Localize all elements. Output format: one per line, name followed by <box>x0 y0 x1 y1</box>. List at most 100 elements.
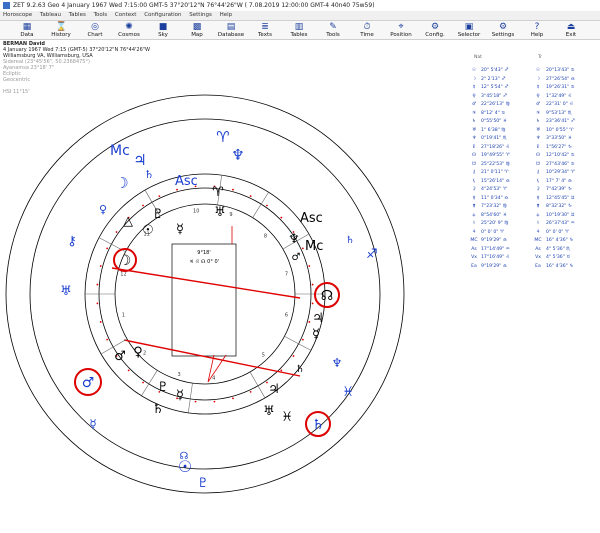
transit-position: 9°53'13" ♏ <box>546 110 572 116</box>
degree-tick <box>176 188 178 191</box>
toolbar: ▦ Data ⌛ History ◎ Chart ✺ Cosmos ■ Sky ▩ Map ▤ Datab… <box>0 21 600 40</box>
degree-tick <box>96 283 99 286</box>
jupiter-transit-icon: ♃ <box>133 151 146 169</box>
aries-natal-icon: ♈ <box>212 185 224 200</box>
natal-glyph: Vx <box>471 255 477 260</box>
saturn-transit-icon: ♄ <box>312 417 325 433</box>
toolbar-chart-button[interactable]: ◎ Chart <box>80 21 110 39</box>
transit-position: 27°26'54" ♎ <box>546 76 575 82</box>
transit-glyph: ♂ <box>535 102 541 107</box>
natal-glyph: MC <box>470 238 478 243</box>
menu-tableau[interactable]: Tableau <box>40 12 61 18</box>
toolbar-label: Map <box>191 32 203 38</box>
natal-position: 0° 0' 0" ♈ <box>481 229 504 235</box>
position-row: ☊ 19°49'55" ♈ ☊ 12°10'42" ♋ <box>468 152 600 160</box>
toolbar-texts-button[interactable]: ≣ Texts <box>250 21 280 39</box>
natal-glyph: ⚕ <box>472 221 476 226</box>
config-icon: ⚙ <box>430 22 440 32</box>
degree-tick <box>142 381 144 384</box>
horoscope-chart[interactable]: 9°18' ♃ ♌ ☊ 0° 0' 123456789101112 Mc Asc… <box>0 40 468 533</box>
toolbar-config-button[interactable]: ⚙ Config. <box>420 21 450 39</box>
transit-glyph: Ea <box>535 263 541 269</box>
venus-transit-icon: ♀ <box>99 203 107 216</box>
toolbar-time-button[interactable]: ⏱ Time <box>352 21 382 39</box>
toolbar-selector-button[interactable]: ▣ Selector <box>454 21 484 39</box>
natal-position: 9°19'29" ♎ <box>481 238 507 243</box>
menu-context[interactable]: Context <box>115 12 137 18</box>
degree-tick <box>127 369 130 372</box>
mc-outer-label: Mc <box>110 143 130 159</box>
transit-position: 10° 0'55" ♈ <box>546 127 574 133</box>
house-number: 1 <box>122 312 125 318</box>
transit-glyph: Vx <box>535 255 541 260</box>
toolbar-cosmos-button[interactable]: ✺ Cosmos <box>114 21 144 39</box>
natal-glyph: ⚴ <box>472 195 476 201</box>
house-number: 7 <box>285 272 288 278</box>
mercury-natal-right-icon: ☿ <box>312 327 320 342</box>
uranus-natal-icon: ♅ <box>214 205 226 220</box>
position-row: ♇ 27°18'26" ♌ ♇ 1°56'27" ♑ <box>468 144 600 152</box>
pisces-natal-icon: ♓ <box>281 410 293 425</box>
transit-position: 1°56'27" ♑ <box>546 144 572 150</box>
toolbar-help-button[interactable]: ? Help <box>522 21 552 39</box>
position-row: ♀ 3°45'18" ♐ ♀ 1°32'49" ♌ <box>468 93 600 101</box>
menu-horoscope[interactable]: Horoscope <box>3 12 32 18</box>
toolbar-data-button[interactable]: ▦ Data <box>12 21 42 39</box>
uranus-transit-icon: ♅ <box>60 284 72 299</box>
exit-icon: ⏏ <box>566 22 576 32</box>
toolbar-history-button[interactable]: ⌛ History <box>46 21 76 39</box>
mercury-natal-icon: ☿ <box>176 222 184 237</box>
degree-tick <box>106 338 109 341</box>
house-number: 6 <box>285 312 288 318</box>
degree-tick <box>99 265 102 267</box>
toolbar-map-button[interactable]: ▩ Map <box>182 21 212 39</box>
position-row: ⚶ 8°54'60" ♓ ⚶ 10°19'30" ♊ <box>468 212 600 220</box>
saturn-transit-small2-icon: ♄ <box>346 235 355 246</box>
menu-tools[interactable]: Tools <box>94 12 108 18</box>
transit-position: 20°13'43" ♋ <box>546 68 575 73</box>
natal-glyph: ☽ <box>471 76 477 82</box>
natal-position: 25°20' 9" ♍ <box>481 221 509 226</box>
menu-tables[interactable]: Tables <box>69 12 86 18</box>
toolbar-position-button[interactable]: ⌖ Position <box>386 21 416 39</box>
toolbar-exit-button[interactable]: ⏏ Exit <box>556 21 586 39</box>
transit-glyph: ☋ <box>535 161 541 167</box>
toolbar-tools-button[interactable]: ✎ Tools <box>318 21 348 39</box>
neptune-natal-icon: ♆ <box>288 232 300 247</box>
transit-glyph: ⚘ <box>535 229 541 235</box>
degree-tick <box>213 400 216 403</box>
transit-position: 27°43'46" ♋ <box>546 161 575 167</box>
mars-natal-icon: ♂ <box>114 349 126 364</box>
transit-position: 26°37'43" ♒ <box>546 221 575 226</box>
natal-position: 11° 0'34" ♎ <box>481 195 509 201</box>
transit-position: 4° 5'36" ♉ <box>546 255 571 260</box>
position-row: ⚕ 25°20' 9" ♍ ⚕ 26°37'43" ♒ <box>468 220 600 228</box>
toolbar-settings-button[interactable]: ⚙ Settings <box>488 21 518 39</box>
toolbar-tables-button[interactable]: ▥ Tables <box>284 21 314 39</box>
menu-settings[interactable]: Settings <box>189 12 212 18</box>
texts-icon: ≣ <box>261 22 269 32</box>
jupiter-natal-bottom-icon: ♃ <box>268 382 280 397</box>
position-row: ♂ 22°26'13" ♍ ♂ 22°31' 0" ♌ <box>468 101 600 109</box>
saturn-transit-small-icon: ♄ <box>144 168 154 181</box>
transit-glyph: ⚸ <box>536 178 540 184</box>
degree-tick <box>115 231 118 233</box>
chart-icon: ◎ <box>91 22 99 32</box>
moon-natal-icon: ☽ <box>119 253 132 269</box>
natal-position: 8°12' 4" ♋ <box>481 110 506 116</box>
transit-position: 3°33'50" ♓ <box>546 136 572 141</box>
transit-position: 8°32'32" ♑ <box>546 204 572 209</box>
menu-help[interactable]: Help <box>220 12 233 18</box>
mercury-natal-bottom-icon: ☿ <box>176 388 184 403</box>
natal-column-header: Nat <box>474 55 482 60</box>
degree-tick <box>292 355 295 357</box>
help-icon: ? <box>534 22 540 32</box>
toolbar-sky-button[interactable]: ■ Sky <box>148 21 178 39</box>
menu-configuration[interactable]: Configuration <box>144 12 181 18</box>
transit-position: 7°42'39" ♑ <box>546 187 572 192</box>
transit-position: 12°10'42" ♋ <box>546 153 575 158</box>
transit-glyph: ☿ <box>536 85 540 90</box>
toolbar-label: Settings <box>491 32 515 38</box>
toolbar-database-button[interactable]: ▤ Database <box>216 21 246 39</box>
toolbar-label: Exit <box>565 32 577 38</box>
